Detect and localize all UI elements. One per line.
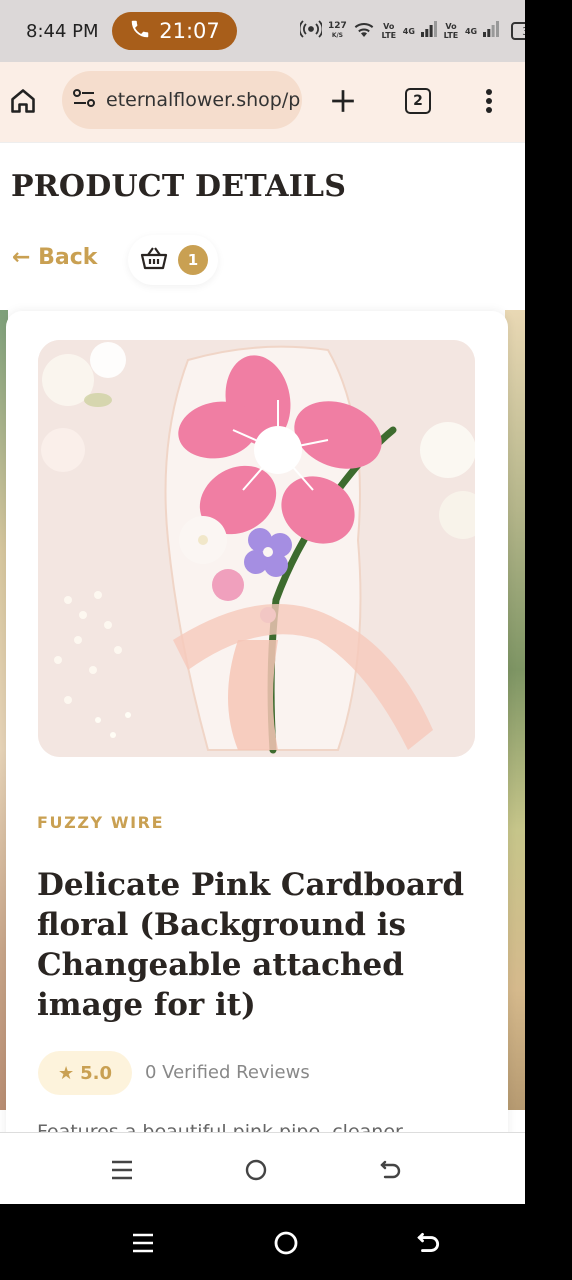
tab-switcher-icon[interactable]: 2 [403, 86, 433, 116]
status-icons: 127 K/S Vo LTE 4G Vo LTE 4G 39 [298, 18, 551, 44]
status-bar: 8:44 PM 21:07 127 K/S Vo LTE 4G Vo LTE 4… [0, 0, 551, 62]
page-title: PRODUCT DETAILS [11, 169, 347, 204]
phone-icon [129, 18, 151, 45]
net-speed: 127 K/S [328, 21, 347, 40]
address-bar[interactable]: eternalflower.shop/p [62, 71, 302, 129]
status-time: 8:44 PM [26, 21, 99, 42]
menu-icon[interactable] [107, 1155, 137, 1185]
product-image[interactable] [38, 340, 475, 757]
product-category[interactable]: FUZZY WIRE [37, 813, 164, 832]
home-icon[interactable] [8, 86, 38, 116]
background-strip-right [505, 310, 525, 1110]
product-card: FUZZY WIRE Delicate Pink Cardboard flora… [6, 311, 508, 1132]
browser-toolbar: eternalflower.shop/p 2 [0, 62, 525, 142]
star-icon: ★ [57, 1062, 75, 1084]
back-link[interactable]: ← Back [12, 245, 97, 270]
call-timer: 21:07 [159, 19, 220, 43]
call-timer-pill[interactable]: 21:07 [112, 12, 237, 50]
volte-2: Vo LTE [443, 22, 459, 40]
volte-1: Vo LTE [381, 22, 397, 40]
product-description: Features a beautiful pink pipe, cleaner [37, 1121, 403, 1132]
plus-icon[interactable] [328, 86, 358, 116]
basket-icon [140, 246, 168, 275]
site-settings-icon[interactable] [72, 87, 96, 114]
web-page: PRODUCT DETAILS ← Back 1 FUZZY WIRE Deli… [0, 142, 525, 1132]
system-menu-icon[interactable] [128, 1228, 158, 1258]
hotspot-icon [298, 19, 324, 44]
back-gesture-icon[interactable] [376, 1155, 406, 1185]
tab-count: 2 [405, 88, 431, 114]
more-vert-icon[interactable] [474, 86, 504, 116]
signal-icon [420, 20, 437, 42]
cart-button[interactable]: 1 [128, 235, 218, 285]
signal-1-label: 4G [402, 26, 415, 36]
wifi-icon [353, 20, 375, 43]
circle-home-icon[interactable] [241, 1155, 271, 1185]
signal-2-icon [483, 20, 500, 42]
url-text[interactable]: eternalflower.shop/p [106, 89, 300, 111]
rating-value: 5.0 [80, 1062, 113, 1084]
system-navigation-bar [0, 1204, 572, 1280]
app-navigation-bar [0, 1132, 525, 1204]
cart-count-badge: 1 [178, 245, 208, 275]
screen-edge [525, 0, 572, 1204]
system-back-icon[interactable] [414, 1228, 444, 1258]
rating-pill: ★ 5.0 [38, 1051, 132, 1095]
signal-2-label: 4G [464, 26, 478, 36]
system-home-icon[interactable] [271, 1228, 301, 1258]
reviews-count[interactable]: 0 Verified Reviews [145, 1062, 310, 1083]
product-name: Delicate Pink Cardboard floral (Backgrou… [37, 867, 465, 1023]
